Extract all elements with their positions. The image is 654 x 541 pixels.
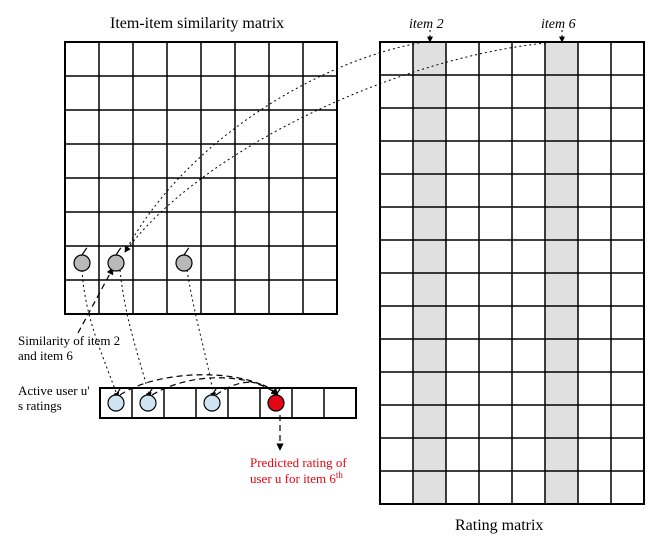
rating-matrix-title: Rating matrix xyxy=(455,517,543,534)
annotation-predicted-l2: user u for item 6th xyxy=(250,470,343,486)
annotation-user-ratings-l2: s ratings xyxy=(18,398,62,413)
annotation-predicted-l1: Predicted rating of xyxy=(250,455,347,470)
similarity-dot xyxy=(108,248,124,271)
connector-rm-col6-to-sim xyxy=(125,42,556,252)
user-rating-dot xyxy=(204,388,220,411)
user-ratings-row-grid xyxy=(100,388,356,418)
predicted-rating-dot xyxy=(268,388,284,411)
similarity-dot xyxy=(74,248,90,271)
similarity-matrix-grid xyxy=(65,42,337,314)
annotation-similarity-26-l1: Similarity of item 2 xyxy=(18,333,120,348)
connector-simdot1-to-user1 xyxy=(120,270,150,398)
col-label-item2: item 2 xyxy=(409,17,444,32)
connector-user0-to-predict xyxy=(120,375,278,395)
connector-user1-to-predict xyxy=(152,378,278,395)
similarity-matrix-title: Item-item similarity matrix xyxy=(110,15,284,32)
col-label-item6: item 6 xyxy=(541,17,576,32)
connector-sim26-annotation xyxy=(78,268,113,333)
annotation-user-ratings-l1: Active user u' xyxy=(18,383,90,398)
user-rating-dot xyxy=(140,388,156,411)
similarity-dot xyxy=(176,248,192,271)
annotation-similarity-26-l2: and item 6 xyxy=(18,348,73,363)
